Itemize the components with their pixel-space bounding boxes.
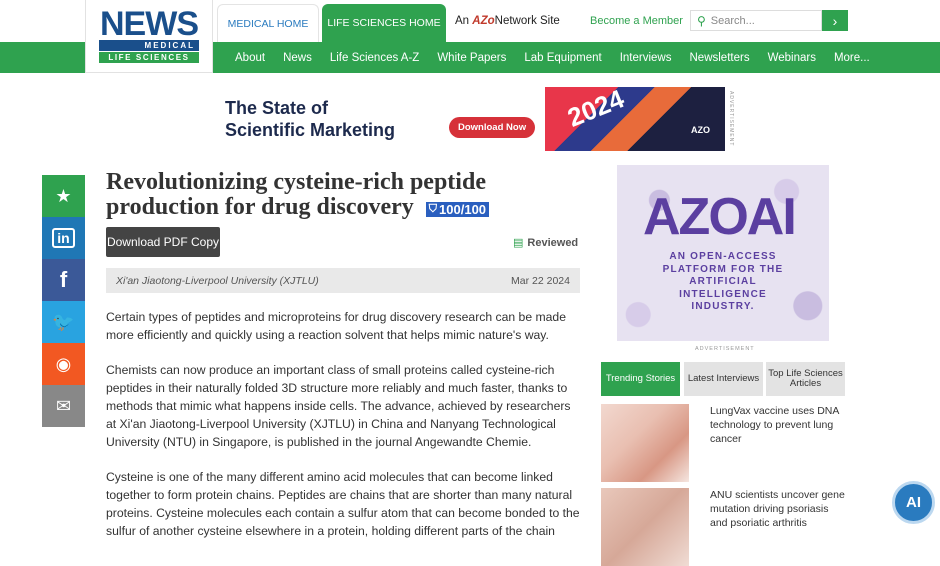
share-linkedin-button[interactable]: in xyxy=(42,217,85,259)
tab-medical-home[interactable]: MEDICAL HOME xyxy=(217,4,319,42)
sidebar-ad[interactable]: AZOAI AN OPEN-ACCESS PLATFORM FOR THE AR… xyxy=(617,165,829,341)
article-source[interactable]: Xi'an Jiaotong-Liverpool University (XJT… xyxy=(116,275,319,287)
ad-label: ADVERTISEMENT xyxy=(728,91,734,147)
logo-news: NEWS xyxy=(100,5,199,43)
twitter-icon: 🐦 xyxy=(52,311,75,332)
share-star-button[interactable]: ★ xyxy=(42,175,85,217)
article-paragraph: Chemists can now produce an important cl… xyxy=(106,363,571,449)
nav-item-interviews[interactable]: Interviews xyxy=(620,52,672,64)
logo-life-sciences: LIFE SCIENCES xyxy=(99,52,199,63)
linkedin-icon: in xyxy=(52,228,75,248)
email-icon: ✉ xyxy=(55,395,72,416)
banner-headline: The State of Scientific Marketing xyxy=(225,97,395,141)
nav-item-about[interactable]: About xyxy=(235,52,265,64)
ad-banner[interactable]: The State of Scientific Marketing Downlo… xyxy=(215,83,725,151)
facebook-icon: f xyxy=(59,267,68,292)
quality-score: 100/100 xyxy=(439,202,487,217)
checklist-icon: ▤ xyxy=(513,237,524,249)
site-logo[interactable]: NEWS MEDICAL LIFE SCIENCES xyxy=(85,0,213,73)
nav-item-newsletters[interactable]: Newsletters xyxy=(690,52,750,64)
sidebar-ad-text: AN OPEN-ACCESS PLATFORM FOR THE ARTIFICI… xyxy=(662,251,784,312)
news-headline[interactable]: LungVax vaccine uses DNA technology to p… xyxy=(710,404,845,446)
nav-item-lab-equipment[interactable]: Lab Equipment xyxy=(524,52,601,64)
tab-top-articles[interactable]: Top Life Sciences Articles xyxy=(766,362,845,396)
azo-brand: AZo xyxy=(472,15,495,27)
network-prefix: An xyxy=(455,15,470,27)
nav-item-news[interactable]: News xyxy=(283,52,312,64)
sidebar-ad-brand: AZOAI xyxy=(643,188,797,246)
reviewed-badge[interactable]: ▤ Reviewed xyxy=(513,236,578,249)
nav-item-webinars[interactable]: Webinars xyxy=(768,52,816,64)
news-headline[interactable]: ANU scientists uncover gene mutation dri… xyxy=(710,488,845,530)
nav-item-white-papers[interactable]: White Papers xyxy=(437,52,506,64)
search-icon: ⚲ xyxy=(697,13,706,28)
news-thumbnail[interactable] xyxy=(601,488,689,566)
article-paragraph: Cysteine is one of the many different am… xyxy=(106,470,580,538)
reviewed-label: Reviewed xyxy=(527,237,579,249)
download-pdf-button[interactable]: Download PDF Copy xyxy=(106,227,220,257)
news-thumbnail[interactable] xyxy=(601,404,689,482)
search-submit-button[interactable]: › xyxy=(822,10,848,31)
tab-trending-stories[interactable]: Trending Stories xyxy=(601,362,680,396)
nav-item-more[interactable]: More... xyxy=(834,52,870,64)
quality-score-badge[interactable]: ⛉ 100/100 xyxy=(425,202,490,217)
ai-assistant-button[interactable]: AI xyxy=(892,481,935,524)
banner-brand: AZO xyxy=(691,125,710,135)
nav-item-life-sciences-a-z[interactable]: Life Sciences A-Z xyxy=(330,52,419,64)
list-item[interactable]: LungVax vaccine uses DNA technology to p… xyxy=(601,404,845,484)
chevron-right-icon: › xyxy=(832,12,838,29)
azo-network-link[interactable]: An AZoNetwork Site xyxy=(455,15,560,27)
star-icon: ★ xyxy=(55,185,72,206)
banner-line-1: The State of xyxy=(225,98,329,118)
share-reddit-button[interactable]: ◉ xyxy=(42,343,85,385)
share-bar: ★ in f 🐦 ◉ ✉ xyxy=(42,175,85,427)
become-member-link[interactable]: Become a Member xyxy=(590,15,683,27)
logo-medical: MEDICAL xyxy=(99,40,199,51)
search-input[interactable]: ⚲ Search... xyxy=(690,10,822,31)
sidebar-ad-label: ADVERTISEMENT xyxy=(695,346,755,352)
tab-life-sciences-home[interactable]: LIFE SCIENCES HOME xyxy=(322,4,446,42)
tab-latest-interviews[interactable]: Latest Interviews xyxy=(684,362,763,396)
list-item[interactable]: ANU scientists uncover gene mutation dri… xyxy=(601,488,845,566)
network-suffix: Network Site xyxy=(494,15,560,27)
share-twitter-button[interactable]: 🐦 xyxy=(42,301,85,343)
share-email-button[interactable]: ✉ xyxy=(42,385,85,427)
article-meta: Xi'an Jiaotong-Liverpool University (XJT… xyxy=(106,268,580,293)
article-body: Certain types of peptides and microprote… xyxy=(106,308,580,557)
share-facebook-button[interactable]: f xyxy=(42,259,85,301)
main-nav: About News Life Sciences A-Z White Paper… xyxy=(235,42,870,73)
reddit-icon: ◉ xyxy=(55,353,72,374)
article-title: Revolutionizing cysteine-rich peptide pr… xyxy=(106,170,556,220)
shield-icon: ⛉ xyxy=(428,203,438,215)
article-paragraph: Certain types of peptides and microprote… xyxy=(106,310,566,342)
banner-download-button[interactable]: Download Now xyxy=(449,117,536,138)
search-placeholder: Search... xyxy=(710,14,755,27)
article-date: Mar 22 2024 xyxy=(511,274,570,287)
banner-line-2: Scientific Marketing xyxy=(225,120,396,140)
